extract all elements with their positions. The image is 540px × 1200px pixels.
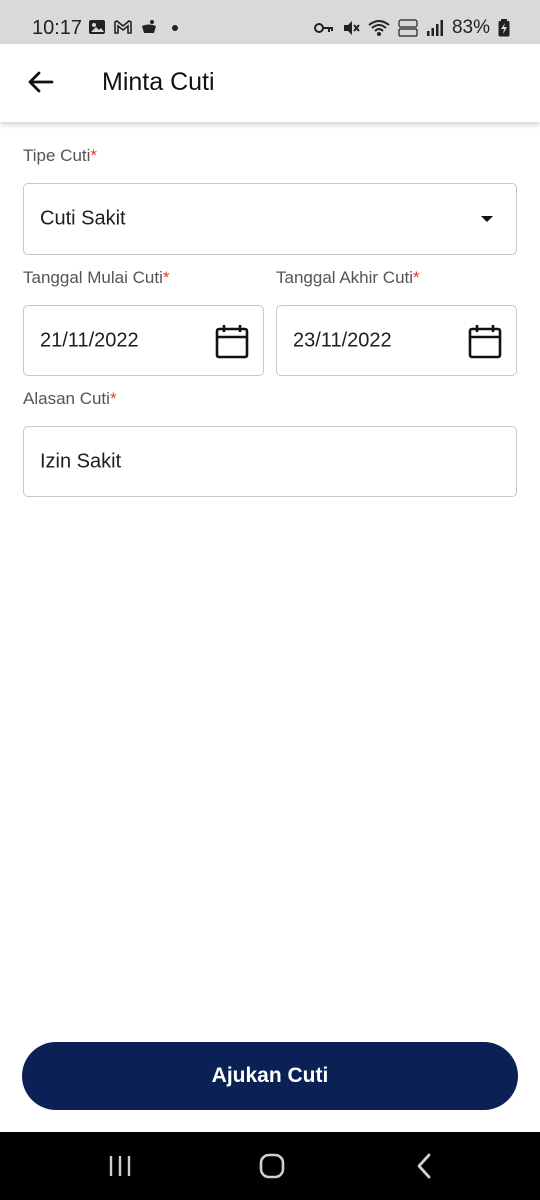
more-notifications-dot-icon bbox=[172, 25, 178, 31]
app-notification-icon bbox=[142, 20, 156, 33]
wifi-icon bbox=[368, 20, 390, 36]
leave-type-value: Cuti Sakit bbox=[40, 207, 126, 230]
submit-leave-button[interactable]: Ajukan Cuti bbox=[22, 1042, 518, 1110]
calendar-icon[interactable] bbox=[215, 323, 249, 359]
start-date-value: 21/11/2022 bbox=[40, 329, 139, 351]
mute-icon bbox=[343, 21, 360, 35]
leave-type-dropdown[interactable]: Cuti Sakit bbox=[23, 183, 517, 255]
start-date-field[interactable]: 21/11/2022 bbox=[23, 305, 264, 376]
reason-value: Izin Sakit bbox=[40, 450, 122, 472]
status-time: 10:17 bbox=[32, 17, 83, 39]
leave-type-label: Tipe Cuti* bbox=[23, 146, 97, 166]
reason-label-text: Alasan Cuti bbox=[23, 389, 110, 408]
status-bar: 10:17 83% bbox=[0, 0, 540, 44]
required-mark: * bbox=[90, 146, 98, 165]
end-date-value: 23/11/2022 bbox=[293, 329, 392, 351]
notification-icons bbox=[88, 18, 184, 36]
calendar-icon[interactable] bbox=[468, 323, 502, 359]
back-nav-button[interactable] bbox=[404, 1148, 444, 1184]
battery-percentage: 83% bbox=[451, 17, 490, 38]
start-date-label: Tanggal Mulai Cuti* bbox=[23, 268, 169, 288]
reason-input[interactable]: Izin Sakit bbox=[23, 426, 517, 497]
required-mark: * bbox=[109, 389, 117, 408]
gmail-icon bbox=[114, 20, 132, 34]
recent-apps-icon bbox=[109, 1156, 131, 1176]
chevron-left-icon bbox=[417, 1153, 431, 1179]
back-button[interactable] bbox=[22, 64, 58, 100]
arrow-left-icon bbox=[28, 71, 54, 93]
system-nav-bar bbox=[0, 1132, 540, 1200]
reason-label: Alasan Cuti* bbox=[23, 389, 117, 409]
signal-icon bbox=[426, 20, 443, 36]
battery-charging-icon bbox=[498, 19, 510, 37]
home-icon bbox=[259, 1153, 285, 1179]
screen: 10:17 83% Minta Cuti Tipe Cuti* Cuti Sak… bbox=[0, 0, 540, 1200]
dropdown-caret-icon bbox=[481, 216, 493, 222]
app-bar: Minta Cuti bbox=[0, 44, 540, 122]
home-button[interactable] bbox=[252, 1148, 292, 1184]
start-date-label-text: Tanggal Mulai Cuti bbox=[23, 268, 163, 287]
end-date-label: Tanggal Akhir Cuti* bbox=[276, 268, 420, 288]
page-title: Minta Cuti bbox=[102, 68, 215, 96]
volte-lte-icon bbox=[398, 19, 418, 37]
vpn-key-icon bbox=[313, 23, 333, 33]
status-right: 83% bbox=[313, 17, 510, 39]
end-date-field[interactable]: 23/11/2022 bbox=[276, 305, 517, 376]
required-mark: * bbox=[162, 268, 170, 287]
leave-type-label-text: Tipe Cuti bbox=[23, 146, 91, 165]
recent-apps-button[interactable] bbox=[100, 1148, 140, 1184]
required-mark: * bbox=[413, 268, 420, 287]
end-date-label-text: Tanggal Akhir Cuti bbox=[276, 268, 414, 287]
gallery-icon bbox=[89, 20, 105, 34]
